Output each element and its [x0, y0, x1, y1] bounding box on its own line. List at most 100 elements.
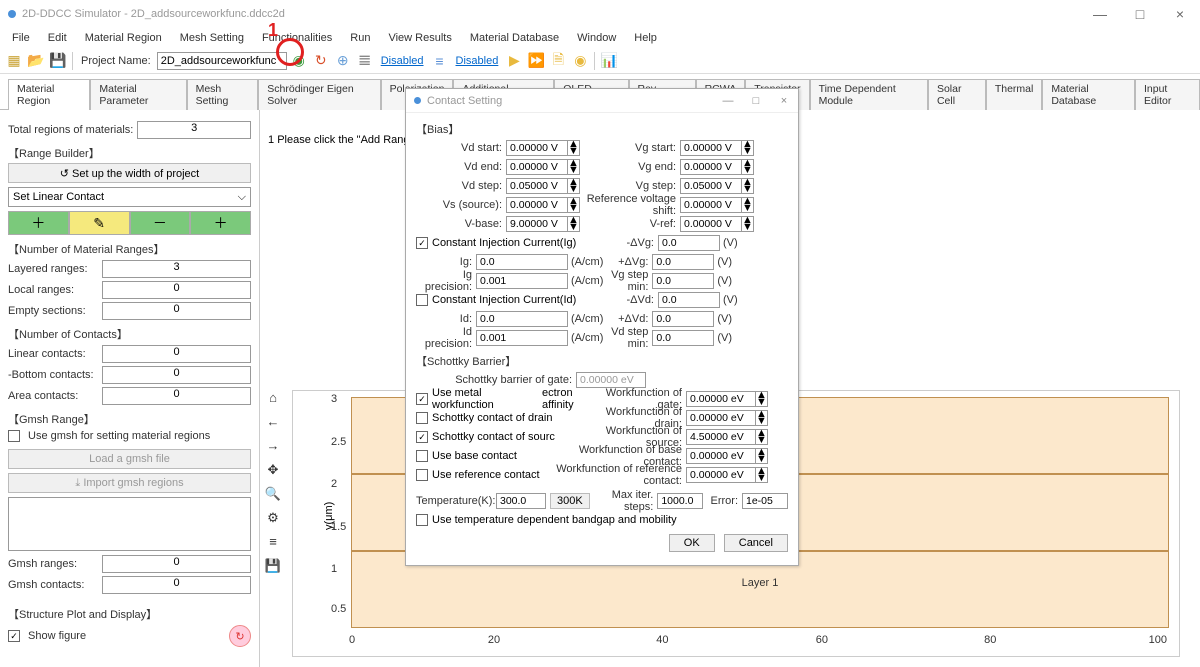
empty-value[interactable]: 0 — [102, 302, 251, 320]
spinner-icon[interactable]: ▲▼ — [568, 140, 580, 156]
idp-input[interactable] — [476, 330, 568, 346]
use-metal-wf-checkbox[interactable]: ✓ — [416, 393, 428, 405]
layered-value[interactable]: 3 — [102, 260, 251, 278]
cancel-button[interactable]: Cancel — [724, 534, 788, 552]
edit-button[interactable]: ✎ — [69, 211, 130, 235]
setup-width-button[interactable]: ↺ Set up the width of project — [8, 163, 251, 183]
wfrc-input[interactable] — [686, 467, 756, 483]
record-icon[interactable]: ◉ — [570, 51, 590, 71]
schottky-drain-checkbox[interactable] — [416, 412, 428, 424]
tab-schrodinger[interactable]: Schrödinger Eigen Solver — [258, 79, 380, 110]
spinner-icon[interactable]: ▲▼ — [568, 216, 580, 232]
tab-material-region[interactable]: Material Region — [8, 79, 90, 110]
menu-run[interactable]: Run — [342, 30, 378, 46]
300k-button[interactable]: 300K — [550, 493, 590, 509]
add2-button[interactable]: ＋ — [190, 211, 251, 235]
menu-material-database[interactable]: Material Database — [462, 30, 567, 46]
use-base-checkbox[interactable] — [416, 450, 428, 462]
dialog-close-button[interactable]: × — [770, 89, 798, 113]
vdstep-input[interactable] — [506, 178, 568, 194]
tab-time-dependent[interactable]: Time Dependent Module — [810, 79, 928, 110]
id-input[interactable] — [476, 311, 568, 327]
spinner-icon[interactable]: ▲▼ — [756, 410, 768, 426]
forward-icon[interactable]: → — [264, 438, 282, 456]
pan-icon[interactable]: ✥ — [264, 462, 282, 480]
spinner-icon[interactable]: ▲▼ — [568, 178, 580, 194]
back-icon[interactable]: ← — [264, 414, 282, 432]
vdsm-input[interactable] — [652, 330, 714, 346]
max-input[interactable] — [657, 493, 703, 509]
spinner-icon[interactable]: ▲▼ — [756, 391, 768, 407]
linear-value[interactable]: 0 — [102, 345, 251, 363]
open-icon[interactable]: 📂 — [26, 51, 46, 71]
maximize-button[interactable]: □ — [1120, 0, 1160, 28]
set-linear-dropdown[interactable]: Set Linear Contact⌵ — [8, 187, 251, 207]
wfs-input[interactable] — [686, 429, 756, 445]
globe-icon[interactable]: ⊕ — [333, 51, 353, 71]
spinner-icon[interactable]: ▲▼ — [756, 429, 768, 445]
remove-button[interactable]: － — [130, 211, 191, 235]
temp-input[interactable] — [496, 493, 546, 509]
save-icon[interactable]: 💾 — [48, 51, 68, 71]
spinner-icon[interactable]: ▲▼ — [742, 216, 754, 232]
show-figure-checkbox[interactable]: ✓ — [8, 630, 20, 642]
spinner-icon[interactable]: ▲▼ — [742, 197, 754, 213]
spinner-icon[interactable]: ▲▼ — [742, 140, 754, 156]
total-regions-value[interactable]: 3 — [137, 121, 251, 139]
play-icon[interactable]: ▶ — [504, 51, 524, 71]
dvg-input[interactable] — [658, 235, 720, 251]
minimize-button[interactable]: — — [1080, 0, 1120, 28]
vssrc-input[interactable] — [506, 197, 568, 213]
ig-input[interactable] — [476, 254, 568, 270]
tab-mesh-setting[interactable]: Mesh Setting — [187, 79, 259, 110]
vgsm-input[interactable] — [652, 273, 714, 289]
vgstep-input[interactable] — [680, 178, 742, 194]
add-button[interactable]: ＋ — [8, 211, 69, 235]
vref-input[interactable] — [680, 216, 742, 232]
project-name-input[interactable] — [157, 52, 287, 70]
schottky-source-checkbox[interactable]: ✓ — [416, 431, 428, 443]
save-chart-icon[interactable]: 💾 — [264, 558, 282, 576]
menu-functionalities[interactable]: Functionalities — [254, 30, 340, 46]
dvd-input[interactable] — [658, 292, 720, 308]
dialog-max-button[interactable]: □ — [742, 89, 770, 113]
spinner-icon[interactable]: ▲▼ — [568, 159, 580, 175]
dialog-min-button[interactable]: — — [714, 89, 742, 113]
zoom-icon[interactable]: 🔍 — [264, 486, 282, 504]
pdvd-input[interactable] — [652, 311, 714, 327]
column-icon[interactable]: 𝌆 — [355, 51, 375, 71]
vgend-input[interactable] — [680, 159, 742, 175]
menu-mesh-setting[interactable]: Mesh Setting — [172, 30, 252, 46]
new-icon[interactable]: ▦ — [4, 51, 24, 71]
temp-bandgap-checkbox[interactable] — [416, 514, 428, 526]
err-input[interactable] — [742, 493, 788, 509]
local-value[interactable]: 0 — [102, 281, 251, 299]
use-gmsh-checkbox[interactable] — [8, 430, 20, 442]
wfd-input[interactable] — [686, 410, 756, 426]
menu-material-region[interactable]: Material Region — [77, 30, 170, 46]
spinner-icon[interactable]: ▲▼ — [742, 159, 754, 175]
menu-file[interactable]: File — [4, 30, 38, 46]
wfbc-input[interactable] — [686, 448, 756, 464]
load-gmsh-button[interactable]: Load a gmsh file — [8, 449, 251, 469]
tab-material-parameter[interactable]: Material Parameter — [90, 79, 186, 110]
doc-icon[interactable]: 🗎 — [548, 51, 568, 71]
menu-help[interactable]: Help — [626, 30, 665, 46]
stats-icon[interactable]: 📊 — [599, 51, 619, 71]
tab-input-editor[interactable]: Input Editor — [1135, 79, 1200, 110]
disabled-1-link[interactable]: Disabled — [381, 55, 424, 67]
spinner-icon[interactable]: ▲▼ — [756, 467, 768, 483]
vdend-input[interactable] — [506, 159, 568, 175]
cinjd-checkbox[interactable] — [416, 294, 428, 306]
ok-button[interactable]: OK — [669, 534, 715, 552]
import-gmsh-button[interactable]: ⤓ Import gmsh regions — [8, 473, 251, 493]
cinjg-checkbox[interactable]: ✓ — [416, 237, 428, 249]
pdvg-input[interactable] — [652, 254, 714, 270]
fast-icon[interactable]: ⏩ — [526, 51, 546, 71]
tab-thermal[interactable]: Thermal — [986, 79, 1043, 110]
tab-solar-cell[interactable]: Solar Cell — [928, 79, 986, 110]
circle-green-icon[interactable]: ◉ — [289, 51, 309, 71]
use-ref-checkbox[interactable] — [416, 469, 428, 481]
vbase-input[interactable] — [506, 216, 568, 232]
refresh-icon[interactable]: ↻ — [311, 51, 331, 71]
